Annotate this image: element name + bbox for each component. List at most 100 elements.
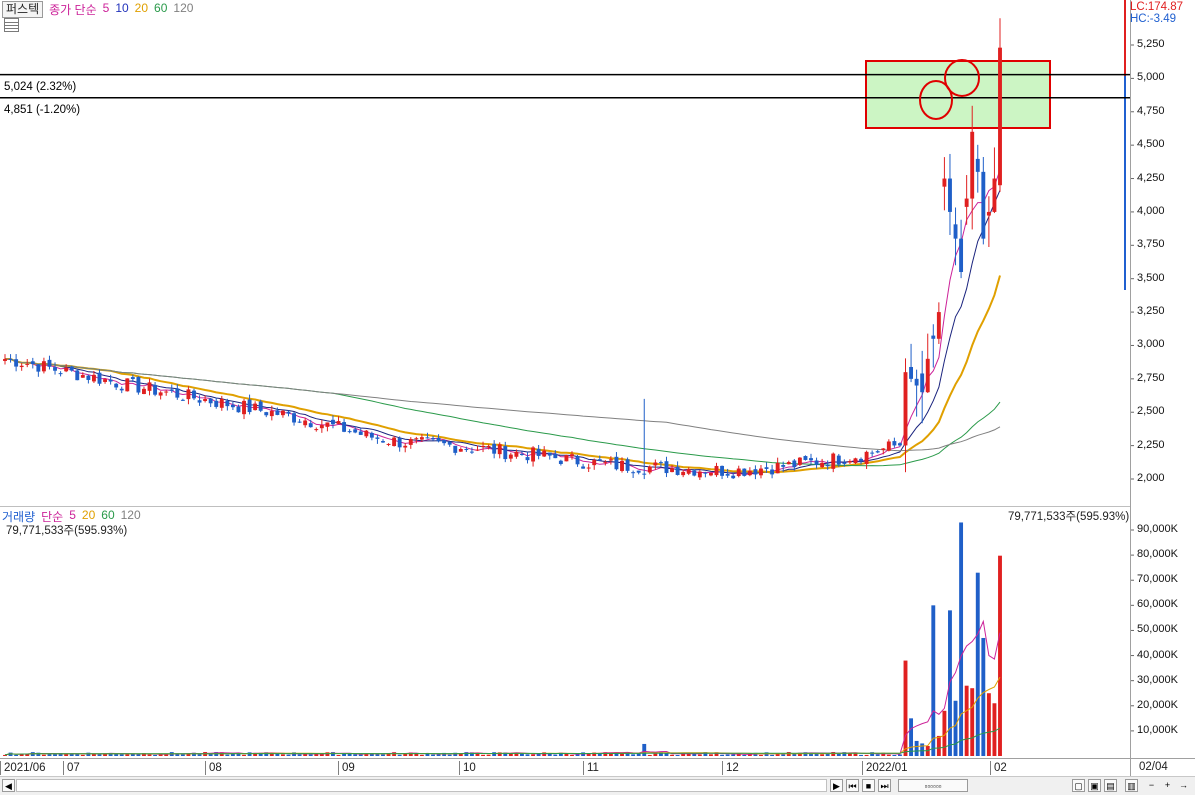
candle-body <box>47 359 52 367</box>
volume-bar <box>564 753 569 756</box>
candle-body <box>647 466 652 473</box>
candle-body <box>214 400 219 407</box>
candle-body <box>998 47 1002 186</box>
candle-body <box>714 465 719 476</box>
level-label-upper: 5,024 (2.32%) <box>4 81 77 93</box>
candle-body <box>536 448 541 456</box>
candle-body <box>408 439 413 445</box>
scroll-thumb[interactable] <box>16 779 827 792</box>
lc-marker: LC:174.87 <box>1130 1 1184 13</box>
scrollbar[interactable]: ◀ ▶ ⏮ ■ ⏭ ▫▫▫▫▫▫ ▢ ▣ ▤ ▥ − + → <box>0 776 1195 795</box>
candle-body <box>286 411 291 414</box>
candle-body <box>981 171 986 239</box>
y-axis-line <box>1130 0 1131 776</box>
volume-bar <box>820 754 825 756</box>
candle-body <box>853 458 858 464</box>
candle-body <box>842 462 847 464</box>
volume-bar <box>286 754 291 756</box>
volume-bar <box>742 754 747 756</box>
volume-bar <box>631 754 636 756</box>
volume-bar <box>864 754 869 756</box>
volume-bar <box>670 754 674 756</box>
candle-body <box>481 445 485 448</box>
volume-tick-label: 50,000K <box>1137 623 1178 636</box>
candle-body <box>897 443 902 446</box>
candle-body <box>709 472 713 476</box>
volume-bar <box>531 754 536 756</box>
volume-bar <box>553 754 558 756</box>
candle-body <box>686 469 691 474</box>
volume-bar <box>447 754 452 756</box>
volume-bar <box>431 754 435 756</box>
volume-current-value: 79,771,533주(595.93%) <box>6 525 128 537</box>
candle-body <box>781 465 786 467</box>
candle-body <box>959 238 964 273</box>
candle-body <box>403 445 408 448</box>
volume-bar <box>247 752 252 756</box>
candle-body <box>64 367 69 372</box>
zoom-range-slider[interactable]: ▫▫▫▫▫▫ <box>898 779 968 792</box>
scroll-last-icon[interactable]: ⏭ <box>878 779 891 792</box>
candle-body <box>325 422 330 427</box>
candle-body <box>347 431 352 433</box>
candle-body <box>586 467 591 469</box>
layout-icon-2[interactable]: ▣ <box>1088 779 1101 792</box>
layout-icon-4[interactable]: ▥ <box>1125 779 1138 792</box>
candle-body <box>97 372 102 384</box>
candle-body <box>514 451 519 457</box>
layout-icon-1[interactable]: ▢ <box>1072 779 1085 792</box>
volume-bar <box>970 688 975 756</box>
candle-body <box>675 466 680 475</box>
ma10-line <box>5 190 1001 474</box>
candle-body <box>581 466 586 469</box>
scroll-first-icon[interactable]: ⏮ <box>846 779 859 792</box>
candle-body <box>442 440 447 444</box>
price-tick-label: 3,750 <box>1137 238 1165 251</box>
volume-tick-label: 10,000K <box>1137 723 1178 736</box>
candle-body <box>725 474 730 476</box>
volume-bar <box>520 753 524 756</box>
candle-body <box>553 453 558 459</box>
volume-bar <box>97 754 102 756</box>
volume-bar <box>731 754 736 756</box>
volume-bar <box>125 754 130 756</box>
candle-body <box>792 460 797 468</box>
layout-icon-3[interactable]: ▤ <box>1104 779 1117 792</box>
price-tick-label: 3,250 <box>1137 305 1165 318</box>
candle-body <box>831 453 836 469</box>
volume-bar <box>992 703 997 756</box>
volume-bar <box>981 637 986 756</box>
candle-body <box>570 454 574 457</box>
candle-body <box>625 459 630 471</box>
candle-body <box>925 358 930 393</box>
candle-body <box>314 429 319 431</box>
scroll-right-icon[interactable]: ▶ <box>830 779 843 792</box>
candle-body <box>970 131 975 199</box>
candle-body <box>658 462 663 464</box>
candle-body <box>797 457 802 465</box>
candle-body <box>397 438 402 448</box>
volume-bar <box>909 718 914 756</box>
candle-body <box>836 455 841 465</box>
x-tick-label: 2022/01 <box>862 761 908 775</box>
candle-body <box>258 401 263 411</box>
candle-body <box>358 431 363 435</box>
stop-icon[interactable]: ■ <box>862 779 875 792</box>
candle-body <box>775 462 780 474</box>
scroll-left-icon[interactable]: ◀ <box>2 779 15 792</box>
volume-bar <box>859 754 863 756</box>
price-tick-label: 3,500 <box>1137 271 1165 284</box>
candle-body <box>770 469 775 475</box>
volume-bar <box>280 754 285 756</box>
candle-body <box>886 441 891 451</box>
volume-last-value: 79,771,533주(595.93%) <box>1008 511 1130 523</box>
zoom-in-icon[interactable]: + <box>1161 779 1174 792</box>
x-tick-label: 07 <box>63 761 80 775</box>
arrow-icon[interactable]: → <box>1177 779 1190 792</box>
candle-body <box>375 437 380 439</box>
candle-body <box>8 358 13 360</box>
candle-body <box>30 361 35 365</box>
zoom-out-icon[interactable]: − <box>1145 779 1158 792</box>
panel-divider[interactable] <box>0 506 1130 507</box>
volume-bar <box>709 754 713 756</box>
